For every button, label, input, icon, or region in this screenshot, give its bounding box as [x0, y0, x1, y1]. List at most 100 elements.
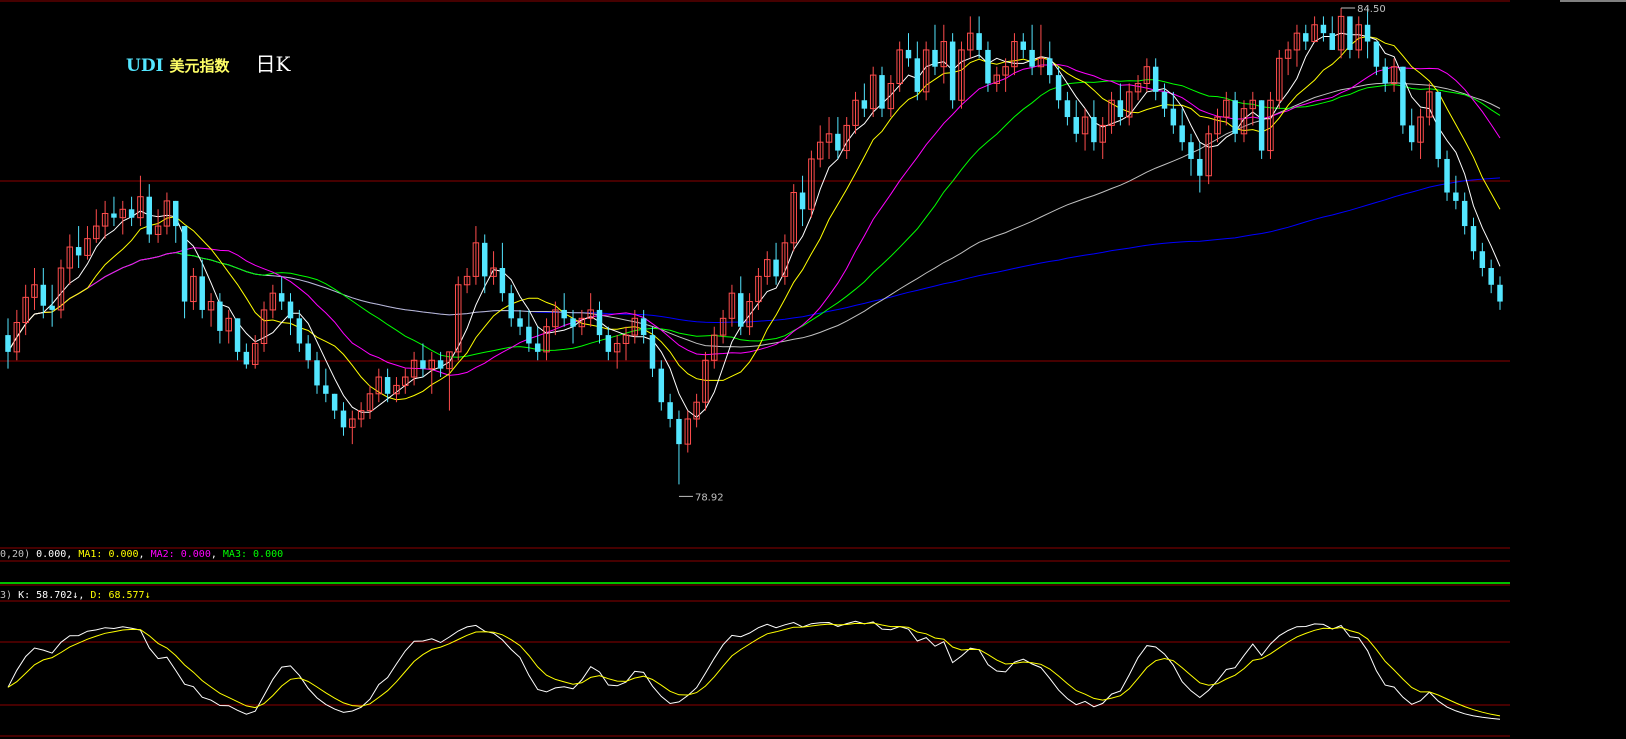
low-marker-label: 78.92	[695, 492, 724, 503]
candle-down	[1064, 100, 1071, 118]
kdj-d-value: 68.577	[108, 590, 145, 601]
macd-ma2-value: 0.000	[180, 549, 211, 560]
candle-down	[173, 200, 179, 227]
candle-down	[314, 360, 320, 386]
kdj-k-label: K:	[18, 590, 31, 601]
candle-down	[420, 360, 426, 369]
candle-down	[1364, 24, 1371, 42]
candle-down	[658, 368, 665, 403]
candle-down	[1161, 91, 1168, 109]
candle-down	[905, 49, 912, 59]
candle-down	[296, 318, 303, 344]
candle-down	[1347, 16, 1353, 50]
candle-down	[499, 268, 506, 294]
candle-down	[331, 393, 338, 411]
high-marker-label: 84.50	[1357, 4, 1386, 15]
candle-down	[146, 196, 152, 235]
candle-down	[1303, 33, 1309, 42]
candle-down	[985, 49, 991, 84]
candle-down	[1470, 226, 1477, 252]
symbol-code: UDI	[126, 56, 164, 76]
macd-ma2-label: MA2:	[150, 549, 175, 560]
candle-down	[932, 49, 938, 67]
candle-down	[773, 259, 779, 277]
kdj-prefix: 3)	[0, 590, 13, 601]
candle-down	[278, 293, 285, 302]
candle-down	[879, 75, 885, 109]
candle-down	[1400, 66, 1406, 126]
candle-down	[1373, 41, 1380, 67]
candle-down	[570, 318, 576, 327]
candle-down	[561, 309, 567, 319]
candle-down	[1152, 66, 1159, 92]
candle-down	[1047, 58, 1053, 76]
candlestick-chart[interactable]: 84.50 78.92	[0, 0, 1626, 739]
macd-ma1-label: MA1:	[78, 549, 103, 560]
candle-down	[676, 418, 682, 445]
candle-down	[1232, 100, 1238, 134]
candle-down	[1029, 49, 1035, 67]
candle-down	[1382, 66, 1388, 84]
candle-down	[49, 305, 55, 310]
candle-down	[340, 410, 347, 428]
candle-down	[1497, 284, 1503, 302]
macd-ma3-value: 0.000	[253, 549, 284, 560]
candle-down	[1408, 125, 1415, 143]
candle-down	[667, 402, 673, 419]
candle-down	[5, 335, 11, 352]
candle-down	[217, 301, 223, 331]
candle-down	[1488, 268, 1494, 285]
macd-value: 0.000	[36, 549, 67, 560]
candle-down	[976, 33, 982, 50]
candle-down	[1435, 91, 1441, 159]
candle-down	[481, 242, 488, 277]
ma60-line	[7, 82, 1501, 353]
candle-down	[526, 326, 532, 344]
candle-down	[1188, 142, 1194, 159]
candle-down	[234, 318, 241, 352]
candle-down	[243, 351, 250, 365]
candle-down	[1453, 192, 1459, 201]
candle-down	[1329, 33, 1335, 50]
candle-down	[1444, 158, 1450, 193]
candle-down	[861, 100, 868, 109]
candle-down	[835, 133, 841, 151]
candle-down	[1320, 24, 1327, 34]
candle-down	[111, 213, 117, 218]
candle-down	[1170, 108, 1177, 126]
kdj-k-value: 58.702	[36, 590, 73, 601]
candle-down	[1020, 41, 1027, 50]
candle-down	[1073, 117, 1079, 134]
candle-down	[534, 343, 541, 352]
candle-down	[1117, 100, 1124, 118]
candle-down	[508, 293, 514, 319]
candle-down	[596, 309, 603, 336]
macd-legend: 0,20) 0.000, MA1: 0.000, MA2: 0.000, MA3…	[0, 549, 284, 560]
candle-down	[1179, 125, 1185, 143]
kdj-d-line	[7, 622, 1501, 717]
candle-down	[914, 58, 921, 92]
candle-down	[384, 377, 391, 394]
period-label: 日K	[255, 52, 291, 76]
candle-down	[640, 318, 647, 336]
candle-down	[199, 276, 205, 310]
candle-down	[305, 343, 311, 361]
candle-down	[181, 226, 188, 302]
candle-down	[287, 301, 294, 319]
kdj-d-label: D:	[90, 590, 103, 601]
candle-down	[75, 247, 82, 256]
candle-down	[1055, 75, 1062, 101]
macd-ma1-value: 0.000	[108, 549, 139, 560]
candle-down	[128, 209, 135, 218]
symbol-name: 美元指数	[169, 57, 230, 75]
candle-down	[1258, 100, 1265, 151]
candle-down	[1091, 117, 1097, 143]
chart-title: UDI 美元指数 日K	[126, 48, 291, 77]
kdj-legend: 3) K: 58.702↓, D: 68.577↓	[0, 590, 151, 601]
candle-down	[949, 41, 956, 101]
candle-down	[1197, 158, 1203, 176]
candle-down	[649, 335, 656, 369]
candle-down	[1479, 251, 1486, 268]
macd-prefix: 0,20)	[0, 549, 31, 560]
kdj-d-arrow: ↓	[144, 590, 151, 601]
